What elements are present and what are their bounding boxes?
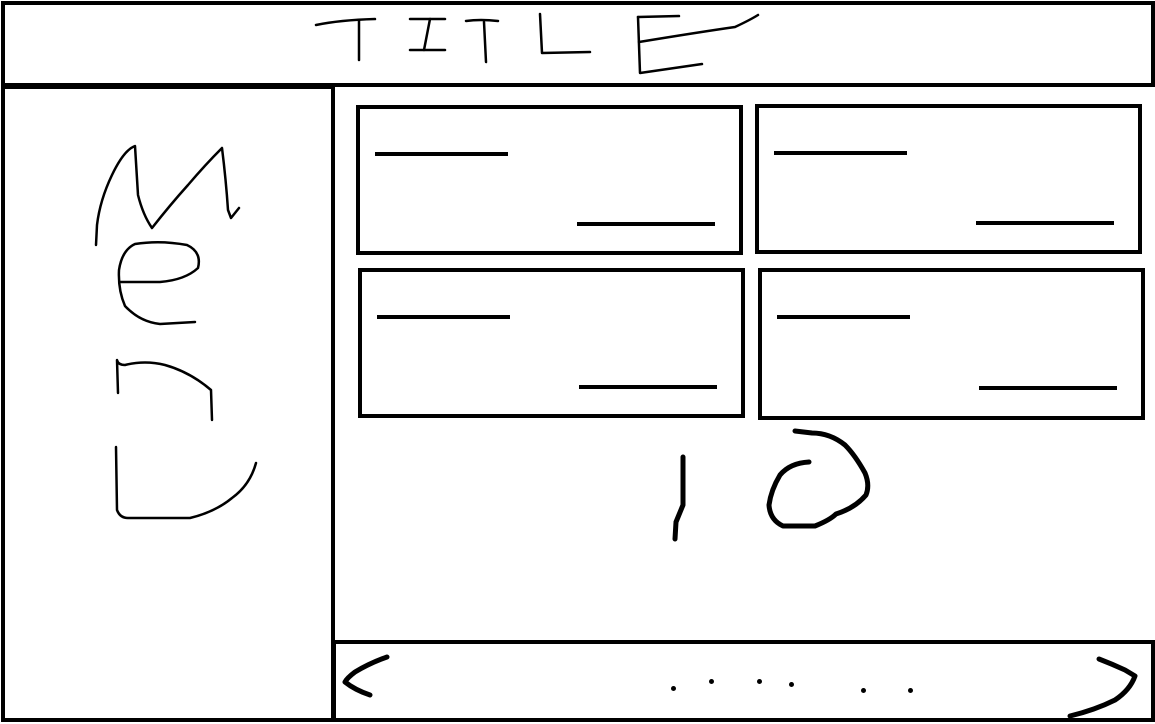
page-dot[interactable] [789,682,794,687]
page-dot[interactable] [709,679,714,684]
header-bar: TITLE [1,1,1155,87]
count-value-handwriting [672,428,871,542]
card-value-placeholder [976,221,1114,225]
card-title-placeholder [375,152,508,156]
card-title-placeholder [777,315,910,319]
page-dot[interactable] [671,686,676,691]
card-value-placeholder [979,386,1117,390]
card[interactable] [356,105,743,255]
card-value-placeholder [577,222,715,226]
sidebar-menu[interactable]: Menu [1,85,335,722]
page-dot[interactable] [757,679,762,684]
card-title-placeholder [377,315,510,319]
card-value-placeholder [579,385,717,389]
card-title-placeholder [774,151,907,155]
card[interactable] [755,104,1142,254]
page-dot[interactable] [861,688,866,693]
next-page-button[interactable] [1065,650,1145,718]
page-dot[interactable] [908,688,913,693]
page-title: TITLE [5,5,6,6]
pagination-bar [332,640,1155,722]
card[interactable] [358,268,745,418]
menu-label: Menu [5,89,6,90]
prev-page-button[interactable] [338,650,398,710]
card[interactable] [758,268,1145,420]
